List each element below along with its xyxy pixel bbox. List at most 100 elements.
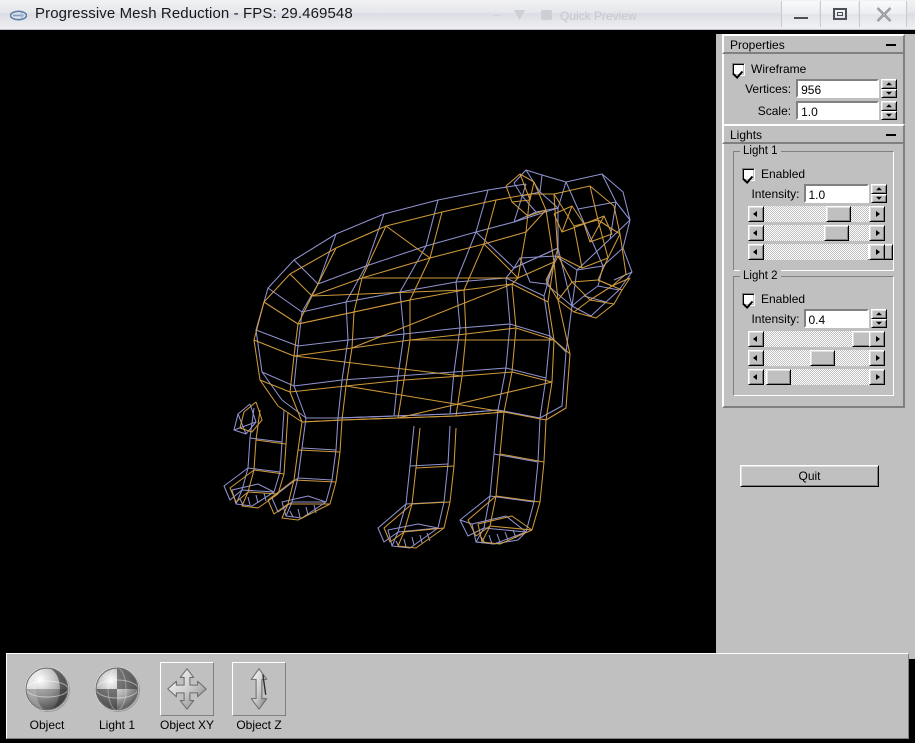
- slider-right-arrow-icon[interactable]: [869, 244, 885, 260]
- light-1-spin-up-icon[interactable]: [871, 184, 887, 194]
- slider-right-arrow-icon[interactable]: [869, 369, 885, 385]
- light-1-intensity-label: Intensity:: [751, 186, 800, 201]
- light-1-slider-y[interactable]: [748, 225, 885, 241]
- minus-icon[interactable]: [886, 134, 896, 136]
- light-1-enabled-row[interactable]: Enabled: [742, 167, 887, 181]
- minimize-icon: [794, 17, 808, 19]
- lights-panel: Lights Light 1 Enabled Intensity: 1.0 Li…: [720, 124, 907, 408]
- light-2-slider-y[interactable]: [748, 350, 885, 366]
- light-2-slider-z[interactable]: [748, 369, 885, 385]
- slider-right-arrow-icon[interactable]: [869, 206, 885, 222]
- slider-thumb[interactable]: [826, 206, 851, 222]
- tool-light-1[interactable]: Light 1: [85, 662, 149, 732]
- client-area: Properties Wireframe Vertices: 956 Scale…: [0, 30, 915, 743]
- scale-spin-down-icon[interactable]: [881, 110, 897, 120]
- slider-left-arrow-icon[interactable]: [748, 244, 764, 260]
- slider-thumb[interactable]: [824, 225, 849, 241]
- scale-spinner[interactable]: [881, 101, 897, 120]
- light-2-intensity-input[interactable]: 0.4: [803, 309, 869, 328]
- tool-object-xy[interactable]: Object XY: [155, 662, 219, 732]
- light-2-spin-up-icon[interactable]: [871, 309, 887, 319]
- light-2-enabled-label: Enabled: [761, 292, 806, 306]
- wireframe-checkbox-row[interactable]: Wireframe: [732, 62, 897, 76]
- properties-panel: Properties Wireframe Vertices: 956 Scale…: [720, 34, 907, 132]
- scale-input[interactable]: 1.0: [796, 101, 879, 120]
- light-2-legend: Light 2: [740, 270, 781, 282]
- light-2-slider-x[interactable]: [748, 331, 885, 347]
- scale-label: Scale:: [757, 103, 792, 118]
- lights-panel-title: Lights: [730, 128, 763, 142]
- light-2-intensity-row: Intensity: 0.4: [740, 309, 887, 328]
- slider-right-arrow-icon[interactable]: [869, 350, 885, 366]
- slider-left-arrow-icon[interactable]: [748, 369, 764, 385]
- slider-right-arrow-icon[interactable]: [869, 225, 885, 241]
- light-2-enabled-checkbox[interactable]: [742, 292, 755, 306]
- application-window: Progressive Mesh Reduction - FPS: 29.469…: [0, 0, 915, 743]
- vertices-label: Vertices:: [745, 81, 792, 96]
- tool-light-1-label: Light 1: [98, 718, 136, 732]
- vertices-spin-down-icon[interactable]: [881, 88, 897, 98]
- tool-object-label: Object: [29, 718, 65, 732]
- wireframe-checkbox[interactable]: [732, 62, 745, 76]
- light-1-slider-x[interactable]: [748, 206, 885, 222]
- vertices-input[interactable]: 956: [796, 79, 879, 98]
- viewport-3d[interactable]: [6, 34, 711, 654]
- slider-right-arrow-icon[interactable]: [869, 331, 885, 347]
- light-2-enabled-row[interactable]: Enabled: [742, 292, 887, 306]
- quit-button[interactable]: Quit: [740, 465, 879, 487]
- vertices-spin-up-icon[interactable]: [881, 79, 897, 89]
- maximize-button[interactable]: [820, 1, 858, 27]
- light-2-intensity-label: Intensity:: [751, 311, 800, 326]
- light-1-intensity-row: Intensity: 1.0: [740, 184, 887, 203]
- slider-left-arrow-icon[interactable]: [748, 331, 764, 347]
- light-2-intensity-spinner[interactable]: [871, 309, 887, 328]
- light-1-spin-down-icon[interactable]: [871, 193, 887, 203]
- trackball-icon[interactable]: [20, 662, 74, 716]
- trackball-icon[interactable]: [90, 662, 144, 716]
- move-z-arrow-icon[interactable]: [232, 662, 286, 716]
- ghost-icon-2: [541, 10, 552, 20]
- light-1-legend: Light 1: [740, 145, 781, 157]
- ghost-divider: [494, 15, 501, 16]
- ghost-label: Quick Preview: [560, 9, 637, 23]
- scale-spin-up-icon[interactable]: [881, 101, 897, 111]
- window-title: Progressive Mesh Reduction - FPS: 29.469…: [35, 5, 353, 22]
- tool-object[interactable]: Object: [15, 662, 79, 732]
- properties-panel-title: Properties: [730, 38, 785, 52]
- light-1-enabled-label: Enabled: [761, 167, 806, 181]
- properties-panel-body: Wireframe Vertices: 956 Scale: 1.0: [722, 54, 905, 132]
- light-1-slider-z[interactable]: [748, 244, 893, 260]
- slider-thumb[interactable]: [810, 350, 835, 366]
- slider-left-arrow-icon[interactable]: [748, 225, 764, 241]
- bottom-toolbar: Object Light 1 Object XY Object Z: [6, 653, 909, 739]
- close-button[interactable]: [859, 1, 907, 27]
- tool-object-z[interactable]: Object Z: [227, 662, 291, 732]
- wireframe-label: Wireframe: [751, 62, 807, 76]
- maximize-icon: [833, 8, 847, 20]
- wireframe-canvas: [6, 34, 711, 654]
- vertices-spinner[interactable]: [881, 79, 897, 98]
- vertices-field-row: Vertices: 956: [730, 79, 897, 98]
- scale-field-row: Scale: 1.0: [730, 101, 897, 120]
- tool-object-xy-label: Object XY: [159, 718, 215, 732]
- minus-icon[interactable]: [886, 44, 896, 46]
- minimize-button[interactable]: [781, 1, 819, 27]
- light-1-group: Light 1 Enabled Intensity: 1.0: [733, 145, 894, 271]
- slider-left-arrow-icon[interactable]: [748, 206, 764, 222]
- title-bar[interactable]: Progressive Mesh Reduction - FPS: 29.469…: [0, 0, 915, 30]
- slider-thumb[interactable]: [766, 369, 791, 385]
- properties-panel-header[interactable]: Properties: [722, 34, 905, 54]
- light-1-enabled-checkbox[interactable]: [742, 167, 755, 181]
- ghost-icon-1: [514, 10, 525, 20]
- light-2-spin-down-icon[interactable]: [871, 318, 887, 328]
- light-1-intensity-input[interactable]: 1.0: [803, 184, 869, 203]
- app-icon: [10, 10, 27, 21]
- control-sidebar: Properties Wireframe Vertices: 956 Scale…: [716, 34, 915, 659]
- lights-panel-body: Light 1 Enabled Intensity: 1.0 Light 2 E…: [722, 144, 905, 408]
- light-1-intensity-spinner[interactable]: [871, 184, 887, 203]
- slider-left-arrow-icon[interactable]: [748, 350, 764, 366]
- lights-panel-header[interactable]: Lights: [722, 124, 905, 144]
- light-2-group: Light 2 Enabled Intensity: 0.4: [733, 270, 894, 396]
- move-xy-arrows-icon[interactable]: [160, 662, 214, 716]
- close-icon: [876, 7, 892, 22]
